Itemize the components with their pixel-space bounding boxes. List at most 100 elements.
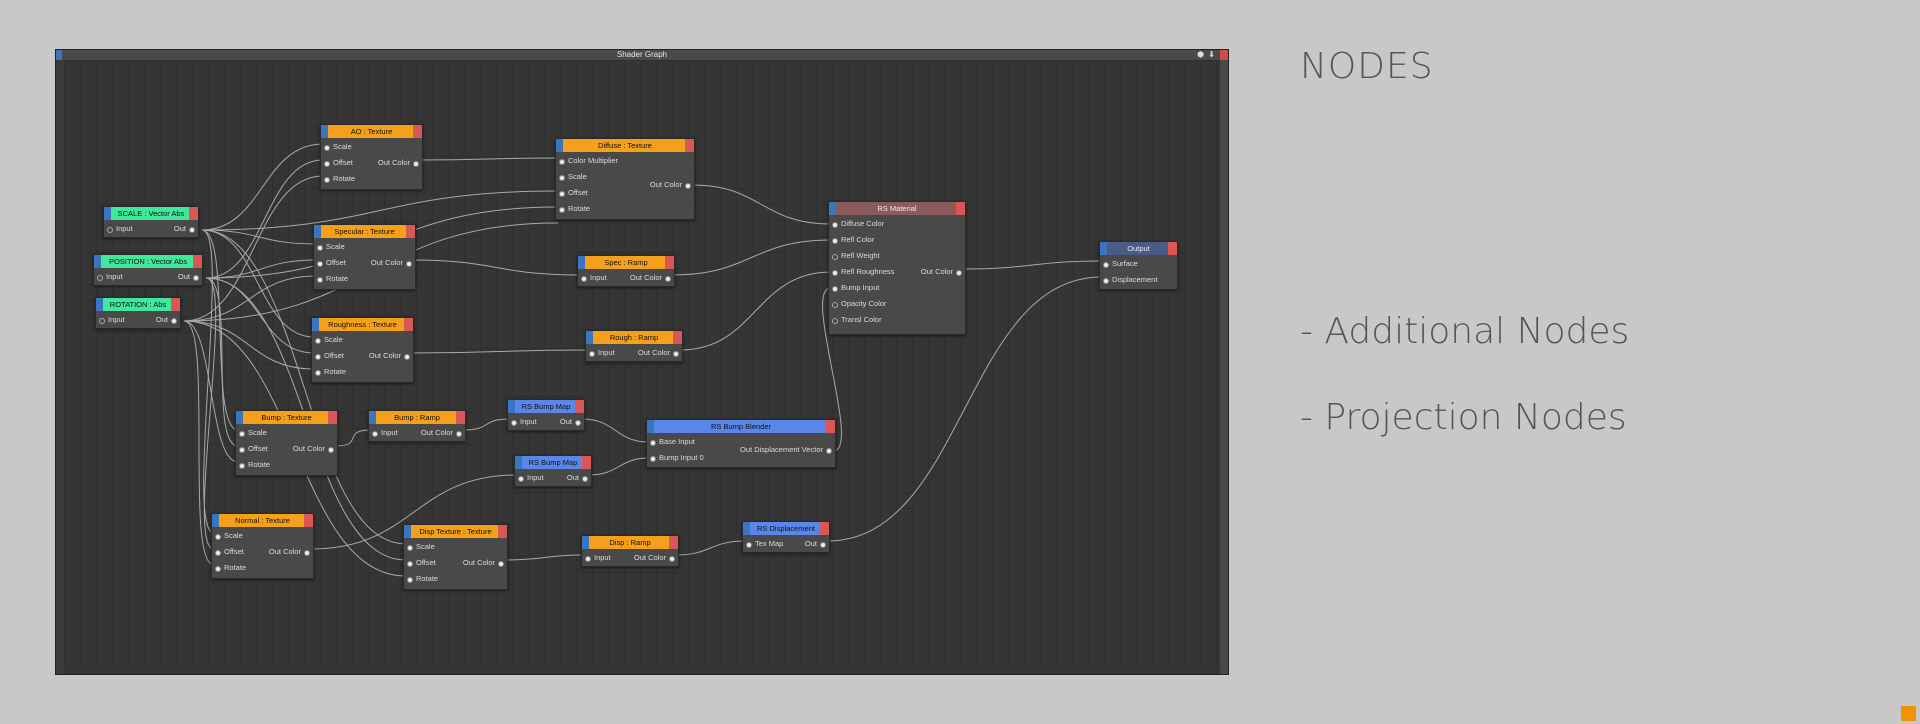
input-port[interactable]: [215, 534, 221, 540]
connection-wire[interactable]: [675, 540, 746, 556]
connection-wire[interactable]: [205, 277, 315, 354]
input-port[interactable]: [1103, 262, 1109, 268]
node-rs-bump-map-2[interactable]: RS Bump Map Input Out: [514, 455, 592, 487]
output-port[interactable]: [820, 542, 826, 548]
input-port[interactable]: [317, 261, 323, 267]
connection-wire[interactable]: [201, 229, 315, 338]
input-port[interactable]: [372, 431, 378, 437]
connection-wire[interactable]: [679, 271, 832, 351]
input-port[interactable]: [315, 338, 321, 344]
input-port[interactable]: [239, 463, 245, 469]
node-normal-texture[interactable]: Normal : Texture Scale Offset Rotate Out…: [211, 513, 314, 579]
node-spec-ramp[interactable]: Spec : Ramp Input Out Color: [577, 255, 675, 287]
input-port[interactable]: [317, 277, 323, 283]
node-roughness-texture[interactable]: Roughness : Texture Scale Offset Rotate …: [311, 317, 414, 383]
node-rough-ramp[interactable]: Rough : Ramp Input Out Color: [585, 330, 683, 362]
right-scrollbar[interactable]: [1220, 60, 1228, 674]
output-port[interactable]: [956, 270, 962, 276]
input-port[interactable]: [324, 145, 330, 151]
input-port[interactable]: [832, 270, 838, 276]
input-port[interactable]: [650, 456, 656, 462]
input-port[interactable]: [1103, 278, 1109, 284]
node-output[interactable]: Output Surface Displacement: [1099, 241, 1178, 290]
node-rs-material[interactable]: RS Material Diffuse Color Refl Color Ref…: [828, 201, 966, 335]
connection-wire[interactable]: [205, 277, 239, 447]
node-disp-texture[interactable]: Disp Texture : Texture Scale Offset Rota…: [403, 524, 508, 590]
connection-wire[interactable]: [183, 275, 317, 322]
output-port[interactable]: [193, 275, 199, 281]
input-port[interactable]: [239, 447, 245, 453]
input-port[interactable]: [559, 191, 565, 197]
connection-wire[interactable]: [334, 429, 372, 447]
input-port[interactable]: [317, 245, 323, 251]
input-port[interactable]: [315, 370, 321, 376]
input-port[interactable]: [239, 431, 245, 437]
input-port[interactable]: [832, 286, 838, 292]
output-port[interactable]: [665, 276, 671, 282]
input-port[interactable]: [407, 561, 413, 567]
output-port[interactable]: [669, 556, 675, 562]
connection-wire[interactable]: [201, 143, 324, 231]
node-rs-bump-blender[interactable]: RS Bump Blender Base Input Bump Input 0 …: [646, 419, 836, 468]
output-port[interactable]: [189, 227, 195, 233]
connection-wire[interactable]: [588, 457, 650, 476]
output-port[interactable]: [498, 561, 504, 567]
node-rs-displacement[interactable]: RS Displacement Tex Map Out: [742, 521, 830, 553]
input-port[interactable]: [215, 550, 221, 556]
input-port[interactable]: [559, 207, 565, 213]
input-port[interactable]: [315, 354, 321, 360]
input-port[interactable]: [518, 476, 524, 482]
node-bump-texture[interactable]: Bump : Texture Scale Offset Rotate Out C…: [235, 410, 338, 476]
window-control-icons[interactable]: ⬢ ⬇: [1197, 50, 1216, 60]
node-specular-texture[interactable]: Specular : Texture Scale Offset Rotate O…: [313, 224, 416, 290]
input-port[interactable]: [650, 440, 656, 446]
input-port[interactable]: [107, 227, 113, 233]
output-port[interactable]: [575, 420, 581, 426]
input-port[interactable]: [511, 420, 517, 426]
output-port[interactable]: [413, 161, 419, 167]
input-port[interactable]: [832, 254, 838, 260]
connection-wire[interactable]: [581, 418, 650, 443]
input-port[interactable]: [407, 577, 413, 583]
close-icon[interactable]: [1220, 50, 1228, 60]
node-diffuse-texture[interactable]: Diffuse : Texture Color Multiplier Scale…: [555, 138, 695, 220]
input-port[interactable]: [97, 275, 103, 281]
output-port[interactable]: [404, 354, 410, 360]
input-port[interactable]: [559, 175, 565, 181]
input-port[interactable]: [407, 545, 413, 551]
connection-wire[interactable]: [410, 349, 589, 354]
node-rotation-abs[interactable]: ROTATION : Abs Input Out: [95, 297, 181, 329]
connection-wire[interactable]: [671, 239, 832, 276]
node-rs-bump-map-1[interactable]: RS Bump Map Input Out: [507, 399, 585, 431]
connection-wire[interactable]: [418, 157, 559, 161]
input-port[interactable]: [99, 318, 105, 324]
input-port[interactable]: [324, 177, 330, 183]
node-scale-vector-abs[interactable]: SCALE : Vector Abs Input Out: [103, 206, 199, 238]
node-canvas[interactable]: AO : Texture Scale Offset Rotate Out Col…: [64, 60, 1220, 666]
output-port[interactable]: [328, 447, 334, 453]
input-port[interactable]: [832, 238, 838, 244]
input-port[interactable]: [746, 542, 752, 548]
connection-wire[interactable]: [183, 320, 315, 370]
input-port[interactable]: [324, 161, 330, 167]
input-port[interactable]: [559, 159, 565, 165]
connection-wire[interactable]: [412, 259, 581, 276]
output-port[interactable]: [171, 318, 177, 324]
input-port[interactable]: [581, 276, 587, 282]
node-bump-ramp[interactable]: Bump : Ramp Input Out Color: [368, 410, 466, 442]
node-position-vector-abs[interactable]: POSITION : Vector Abs Input Out: [93, 254, 203, 286]
output-port[interactable]: [456, 431, 462, 437]
output-port[interactable]: [582, 476, 588, 482]
output-port[interactable]: [826, 448, 832, 454]
node-ao-texture[interactable]: AO : Texture Scale Offset Rotate Out Col…: [320, 124, 423, 190]
connection-wire[interactable]: [691, 184, 832, 225]
node-disp-ramp[interactable]: Disp : Ramp Input Out Color: [581, 535, 679, 567]
input-port[interactable]: [832, 222, 838, 228]
input-port[interactable]: [589, 351, 595, 357]
connection-wire[interactable]: [462, 418, 511, 431]
output-port[interactable]: [406, 261, 412, 267]
input-port[interactable]: [215, 566, 221, 572]
input-port[interactable]: [832, 318, 838, 324]
output-port[interactable]: [685, 183, 691, 189]
window-titlebar[interactable]: Shader Graph ⬢ ⬇: [56, 50, 1228, 60]
